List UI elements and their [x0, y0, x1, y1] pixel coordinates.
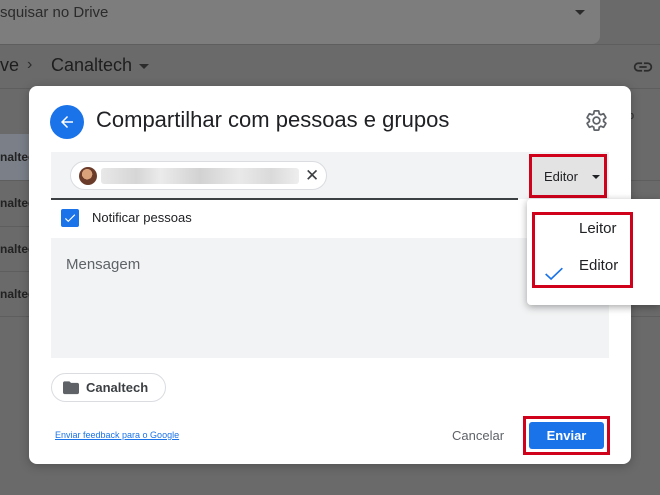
send-button-highlight: Enviar: [523, 416, 610, 455]
checkmark-icon: [64, 214, 76, 223]
menu-item-editor[interactable]: Editor: [579, 257, 618, 274]
breadcrumb-parent: ve: [0, 55, 20, 75]
role-select-label: Editor: [544, 169, 578, 184]
arrow-back-icon: [61, 116, 73, 128]
back-button[interactable]: [50, 105, 84, 139]
message-placeholder: Mensagem: [66, 256, 141, 273]
notify-checkbox[interactable]: [61, 209, 79, 227]
role-dropdown-menu: Leitor Editor: [527, 199, 660, 305]
dialog-title: Compartilhar com pessoas e grupos: [96, 107, 450, 132]
send-button[interactable]: Enviar: [529, 422, 604, 449]
chevron-down-icon: [592, 175, 600, 179]
folder-chip-label: Canaltech: [86, 380, 149, 395]
notify-label: Notificar pessoas: [92, 210, 192, 225]
drive-search-bar: squisar no Drive: [0, 0, 600, 44]
search-options-caret-icon: [575, 10, 585, 15]
role-select-button[interactable]: Editor: [529, 154, 607, 198]
close-icon[interactable]: ✕: [305, 166, 319, 186]
menu-item-leitor[interactable]: Leitor: [579, 220, 617, 237]
drive-search-placeholder: squisar no Drive: [0, 4, 109, 21]
message-textarea[interactable]: Mensagem: [51, 238, 609, 358]
feedback-link[interactable]: Enviar feedback para o Google: [55, 430, 179, 440]
folder-menu-caret-icon: [139, 64, 149, 69]
folder-chip[interactable]: Canaltech: [51, 373, 166, 402]
check-icon: [545, 267, 563, 281]
avatar: [79, 167, 97, 185]
header-divider: [0, 44, 660, 45]
cancel-button[interactable]: Cancelar: [452, 428, 504, 443]
folder-icon: [63, 381, 79, 395]
people-input-underline: [51, 198, 518, 200]
link-icon: [633, 62, 653, 72]
breadcrumb-current-folder: Canaltech: [51, 55, 133, 75]
breadcrumb-chevron-icon: ›: [27, 56, 33, 73]
settings-gear-icon[interactable]: [585, 109, 608, 132]
recipient-email-redacted: [101, 168, 299, 184]
recipient-chip[interactable]: ✕: [70, 161, 327, 190]
